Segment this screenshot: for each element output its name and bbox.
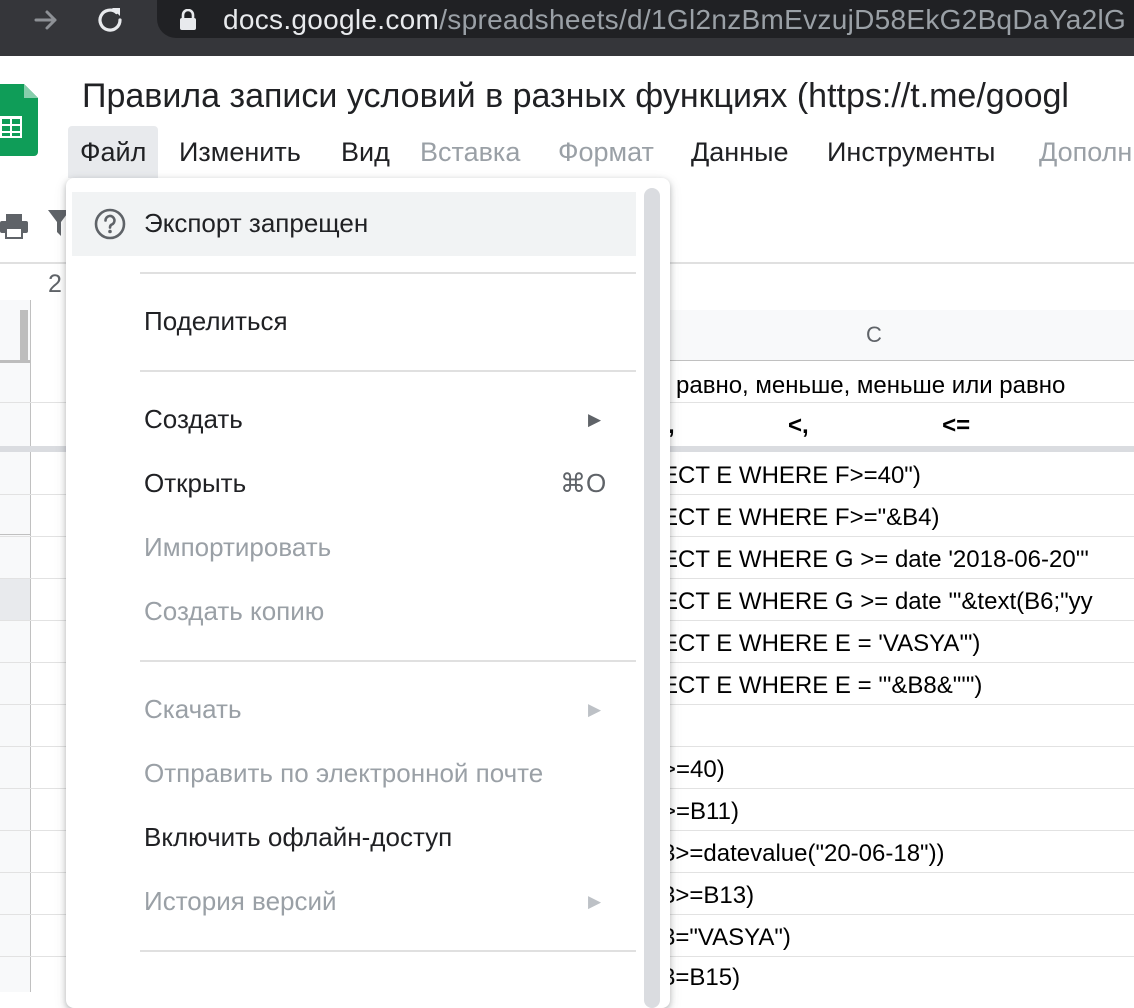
row-headers — [0, 300, 31, 992]
name-box[interactable]: 2 — [48, 270, 62, 299]
row-header-divider — [0, 534, 30, 535]
column-header-c[interactable]: C — [660, 310, 1134, 361]
menu-separator — [140, 660, 636, 662]
table-cell[interactable]: ECT E WHERE G >= date '2018-06-20'" — [662, 546, 1089, 574]
menu-item-offline[interactable]: Включить офлайн-доступ — [144, 822, 452, 853]
table-cell[interactable]: 3=B15) — [662, 964, 740, 992]
table-cell[interactable]: 3="VASYA") — [662, 924, 791, 952]
submenu-arrow-icon: ▶ — [588, 410, 602, 429]
row-header-selected — [0, 578, 30, 620]
menu-item-open[interactable]: Открыть — [144, 468, 246, 499]
google-sheets-logo-icon[interactable] — [0, 84, 38, 156]
table-cell[interactable]: ECT E WHERE G >= date '"&text(B6;"yy — [662, 588, 1093, 616]
menu-item-import[interactable]: Импортировать — [144, 532, 331, 563]
menu-view[interactable]: Вид — [329, 126, 402, 178]
menu-edit[interactable]: Изменить — [167, 126, 313, 178]
table-cell[interactable]: равно, меньше, меньше или равно — [676, 372, 1065, 400]
table-cell[interactable]: ECT E WHERE F>=40") — [662, 462, 921, 490]
shortcut-open: ⌘O — [560, 468, 607, 498]
address-bar[interactable]: docs.google.com/spreadsheets/d/1Gl2nzBmE… — [157, 0, 1134, 38]
menu-scrollbar[interactable] — [644, 188, 660, 1008]
menu-item-download[interactable]: Скачать — [144, 694, 242, 725]
menu-item-make-copy[interactable]: Создать копию — [144, 596, 324, 627]
print-icon[interactable] — [0, 212, 28, 240]
menu-data[interactable]: Данные — [679, 126, 801, 178]
menu-item-email[interactable]: Отправить по электронной почте — [144, 758, 543, 789]
menu-addons[interactable]: Дополн — [1027, 126, 1134, 178]
url-host: docs.google.com — [223, 4, 440, 35]
menu-format[interactable]: Формат — [546, 126, 666, 178]
freeze-handle[interactable] — [20, 310, 28, 360]
menu-item-version-history[interactable]: История версий — [144, 886, 337, 917]
table-cell[interactable]: ECT E WHERE E = 'VASYA'") — [662, 630, 980, 658]
browser-toolbar: docs.google.com/spreadsheets/d/1Gl2nzBmE… — [0, 0, 1134, 56]
file-menu-dropdown: Экспорт запрещен Поделиться Создать ▶ От… — [66, 178, 670, 1008]
table-cell[interactable]: ECT E WHERE E = '"&B8&"'") — [662, 672, 982, 700]
reload-icon — [98, 8, 122, 32]
submenu-arrow-icon: ▶ — [588, 700, 602, 719]
menu-separator — [140, 370, 636, 372]
menu-item-create[interactable]: Создать — [144, 404, 243, 435]
lock-icon — [180, 9, 196, 30]
submenu-arrow-icon: ▶ — [588, 892, 602, 911]
menu-separator — [140, 272, 636, 274]
url-text: docs.google.com/spreadsheets/d/1Gl2nzBmE… — [223, 4, 1126, 36]
menu-separator — [140, 950, 636, 952]
menu-tools[interactable]: Инструменты — [815, 126, 1007, 178]
select-all-corner[interactable] — [0, 300, 30, 363]
table-cell[interactable]: >=40) — [662, 756, 725, 784]
column-letter: C — [866, 322, 882, 347]
table-cell[interactable]: 3>=B13) — [662, 882, 754, 910]
help-circle-icon — [94, 208, 126, 240]
table-cell[interactable]: , <, <= — [668, 412, 970, 440]
arrow-right-icon — [34, 10, 57, 30]
reload-button[interactable] — [90, 4, 130, 36]
menu-item-share[interactable]: Поделиться — [144, 306, 288, 337]
table-cell[interactable]: 3>=datevalue("20-06-18")) — [662, 840, 945, 868]
table-cell[interactable]: ECT E WHERE F>="&B4) — [662, 504, 939, 532]
menu-item-export-label: Экспорт запрещен — [144, 208, 369, 238]
table-cell[interactable]: >=B11) — [662, 798, 739, 826]
menu-insert[interactable]: Вставка — [408, 126, 532, 178]
url-path: /spreadsheets/d/1Gl2nzBmEvzujD58EkG2BqDa… — [439, 4, 1127, 35]
menu-file[interactable]: Файл — [68, 126, 159, 178]
document-title[interactable]: Правила записи условий в разных функциях… — [82, 77, 1069, 116]
forward-button[interactable] — [26, 4, 66, 36]
